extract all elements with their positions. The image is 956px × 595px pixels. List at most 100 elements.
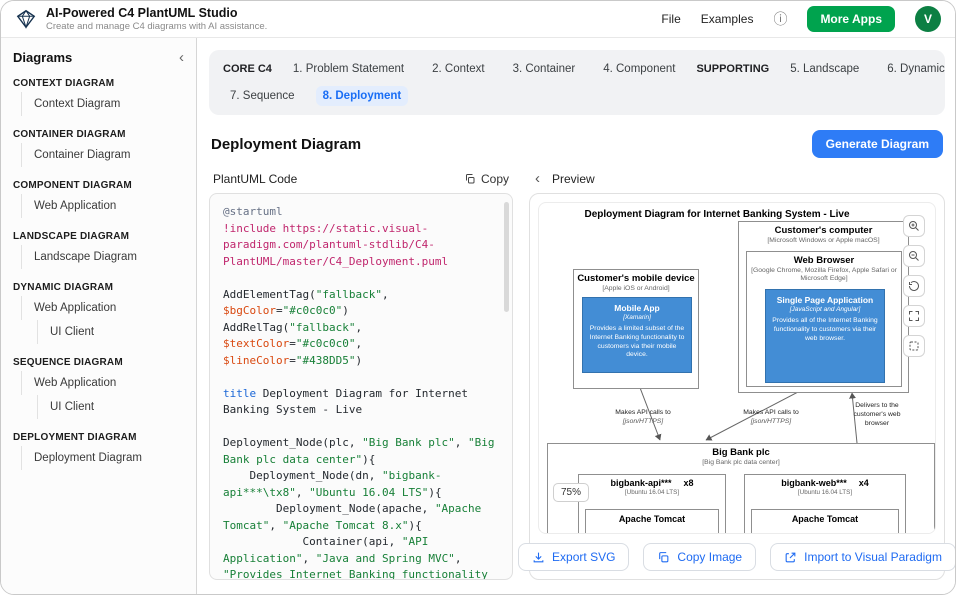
tab-group-label-core-c4: CORE C4 <box>223 63 272 75</box>
node-subtitle: [Ubuntu 16.04 LTS] <box>579 489 725 497</box>
preview-canvas[interactable]: Deployment Diagram for Internet Banking … <box>538 202 936 534</box>
node-apache-tomcat: Apache Tomcat <box>751 509 899 534</box>
preview-panel-title: Preview <box>552 172 595 186</box>
sidebar-item[interactable]: Web Application <box>21 296 184 320</box>
code-scrollbar[interactable] <box>504 202 509 312</box>
code-line <box>223 369 496 386</box>
code-token: = <box>289 354 296 367</box>
code-token: ) <box>342 304 349 317</box>
avatar[interactable]: V <box>915 6 941 32</box>
code-token: = <box>289 337 296 350</box>
sidebar-item[interactable]: UI Client <box>37 395 184 419</box>
export-svg-button[interactable]: Export SVG <box>518 543 629 571</box>
info-icon[interactable]: ⓘ <box>773 9 787 29</box>
code-token: , <box>455 436 468 449</box>
node-subtitle: [Ubuntu 16.04 LTS] <box>745 489 905 497</box>
sidebar-item[interactable]: Web Application <box>21 194 184 218</box>
panel-headers: PlantUML Code Copy ‹ Preview <box>209 171 945 186</box>
code-token: "Apache Tomcat 8.x" <box>283 519 409 532</box>
sidebar-nav: CONTEXT DIAGRAM Context Diagram CONTAINER … <box>13 78 184 470</box>
sidebar-item[interactable]: Container Diagram <box>21 143 184 167</box>
sidebar-item[interactable]: Context Diagram <box>21 92 184 116</box>
generate-diagram-button[interactable]: Generate Diagram <box>812 130 943 158</box>
node-title-row: bigbank-web*** x4 <box>745 478 905 488</box>
code-token: "Big Bank plc" <box>362 436 455 449</box>
copy-code-label: Copy <box>481 172 509 186</box>
code-token: , <box>382 288 395 301</box>
code-token: , <box>355 321 368 334</box>
node-count: x8 <box>684 478 694 488</box>
code-token: , <box>302 552 315 565</box>
sidebar-header: Diagrams ‹ <box>13 50 184 65</box>
code-line <box>223 270 496 287</box>
node-subtitle: [Big Bank plc data center] <box>548 459 934 467</box>
tab-8-deployment[interactable]: 8. Deployment <box>316 86 409 106</box>
code-token: , <box>269 519 282 532</box>
tab-4-component[interactable]: 4. Component <box>596 59 682 79</box>
code-line: Deployment_Node(dn, "bigbank-api***\tx8"… <box>223 468 496 501</box>
code-token: $lineColor <box>223 354 289 367</box>
code-token: AddRelTag( <box>223 321 289 334</box>
container-desc: Provides a limited subset of the Interne… <box>589 325 685 360</box>
code-token: "Java and Spring MVC" <box>316 552 455 565</box>
sidebar-item[interactable]: Deployment Diagram <box>21 446 184 470</box>
sidebar-item[interactable]: UI Client <box>37 320 184 344</box>
code-token: , <box>296 486 309 499</box>
preview-collapse-icon[interactable]: ‹ <box>535 171 540 186</box>
sidebar-section-heading: CONTEXT DIAGRAM <box>13 78 184 89</box>
copy-icon <box>464 173 476 185</box>
actual-size-button[interactable] <box>903 335 925 357</box>
code-token: Deployment_Node(dn, <box>223 469 382 482</box>
tab-5-landscape[interactable]: 5. Landscape <box>783 59 866 79</box>
menu-examples[interactable]: Examples <box>701 12 754 26</box>
sidebar-section-heading: SEQUENCE DIAGRAM <box>13 357 184 368</box>
tab-3-container[interactable]: 3. Container <box>506 59 583 79</box>
sidebar-item[interactable]: Web Application <box>21 371 184 395</box>
container-single-page-application: Single Page Application [JavaScript and … <box>765 289 885 383</box>
zoom-out-button[interactable] <box>903 245 925 267</box>
fit-screen-button[interactable] <box>903 305 925 327</box>
sidebar-section-heading: LANDSCAPE DIAGRAM <box>13 231 184 242</box>
sidebar-collapse-icon[interactable]: ‹ <box>179 50 184 65</box>
edge-label: Delivers to the customer's web browser <box>843 401 911 429</box>
code-token: $bgColor <box>223 304 276 317</box>
node-name: bigbank-web*** <box>781 478 847 488</box>
menu-file[interactable]: File <box>661 12 680 26</box>
more-apps-button[interactable]: More Apps <box>807 6 895 32</box>
sidebar-section-heading: COMPONENT DIAGRAM <box>13 180 184 191</box>
topbar-right: File Examples ⓘ More Apps V <box>661 6 941 32</box>
import-to-visual-paradigm-button[interactable]: Import to Visual Paradigm <box>770 543 956 571</box>
tab-2-context[interactable]: 2. Context <box>425 59 491 79</box>
app-window: AI-Powered C4 PlantUML Studio Create and… <box>0 0 956 595</box>
zoom-in-button[interactable] <box>903 215 925 237</box>
code-line: !include https://static.visual-paradigm.… <box>223 221 496 271</box>
node-count: x4 <box>859 478 869 488</box>
code-line: AddRelTag("fallback", $textColor="#c0c0c… <box>223 320 496 370</box>
edge-label: Makes API calls to [json/HTTPS] <box>739 408 803 426</box>
panels: @startuml !include https://static.visual-… <box>209 193 945 580</box>
container-title: Single Page Application <box>772 295 878 305</box>
tab-6-dynamic[interactable]: 6. Dynamic <box>880 59 952 79</box>
reset-view-button[interactable] <box>903 275 925 297</box>
code-token: "#c0c0c0" <box>283 304 343 317</box>
tab-1-problem-statement[interactable]: 1. Problem Statement <box>286 59 411 79</box>
code-token: ) <box>355 354 362 367</box>
sidebar-item[interactable]: Landscape Diagram <box>21 245 184 269</box>
sidebar-section-heading: CONTAINER DIAGRAM <box>13 129 184 140</box>
copy-image-button[interactable]: Copy Image <box>643 543 756 571</box>
code-token: ){ <box>408 519 421 532</box>
code-editor[interactable]: @startuml !include https://static.visual-… <box>209 193 513 580</box>
page-title: Deployment Diagram <box>211 136 361 153</box>
preview-panel-header: ‹ Preview <box>529 171 945 186</box>
edge-text: Makes API calls to <box>611 408 675 417</box>
code-token: Deployment_Node(plc, <box>223 436 362 449</box>
topbar: AI-Powered C4 PlantUML Studio Create and… <box>1 1 955 38</box>
zoom-level-badge: 75% <box>553 483 589 502</box>
tab-7-sequence[interactable]: 7. Sequence <box>223 86 302 106</box>
import-vp-label: Import to Visual Paradigm <box>804 550 942 564</box>
export-svg-label: Export SVG <box>552 550 615 564</box>
copy-code-button[interactable]: Copy <box>464 172 509 186</box>
container-tech: [Xamarin] <box>589 314 685 321</box>
copy-image-label: Copy Image <box>677 550 742 564</box>
code-token: @startuml <box>223 205 283 218</box>
